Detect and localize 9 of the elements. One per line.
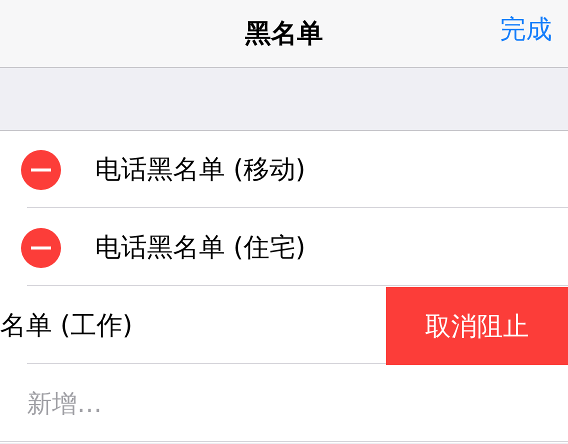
done-button[interactable]: 完成: [500, 12, 552, 47]
list-item-label: 名单 (工作): [0, 310, 134, 343]
list-item-label: 电话黑名单 (住宅): [95, 232, 306, 265]
unblock-button[interactable]: 取消阻止: [386, 287, 568, 365]
add-new-item[interactable]: 新增…: [27, 387, 102, 420]
delete-icon[interactable]: [21, 150, 61, 190]
list-item-label: 电话黑名单 (移动): [95, 154, 306, 187]
delete-icon[interactable]: [21, 228, 61, 268]
screen-title: 黑名单: [245, 18, 323, 51]
